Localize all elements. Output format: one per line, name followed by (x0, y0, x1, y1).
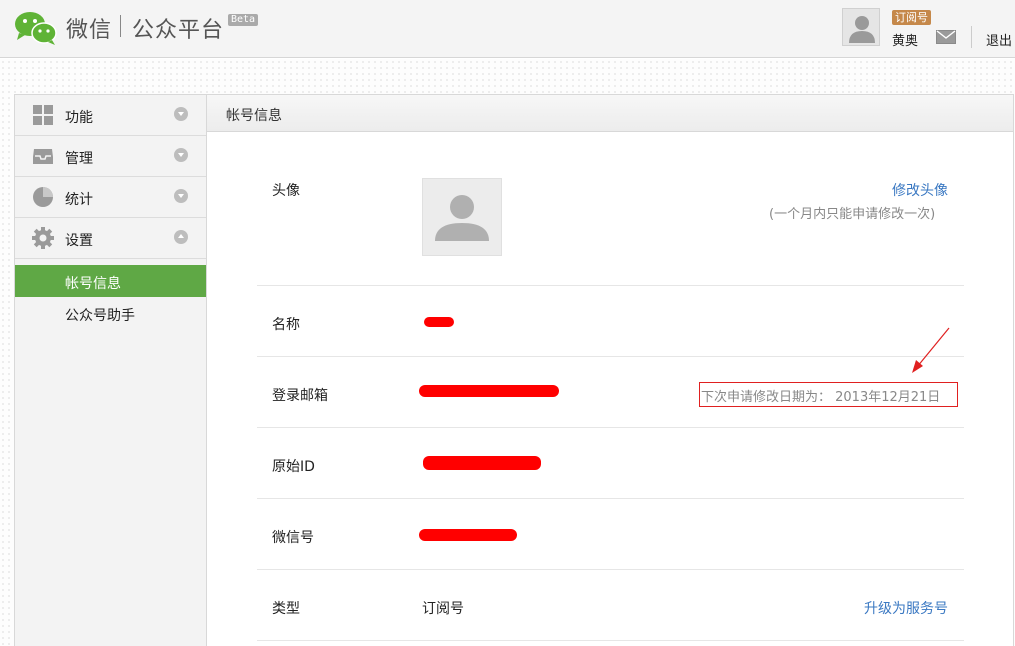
logo-divider (120, 15, 121, 37)
chevron-down-icon (174, 107, 188, 121)
sidebar-menu-management[interactable]: 管理 (15, 136, 206, 177)
top-header: 微信 公众平台 Beta 订阅号 黄奥 退出 (0, 0, 1015, 58)
logo-text: 微信 (66, 18, 113, 43)
redaction-mark (419, 529, 517, 541)
sidebar-item-label: 公众号助手 (65, 308, 135, 324)
header-divider (971, 26, 972, 48)
beta-badge: Beta (228, 14, 259, 26)
pie-chart-icon (33, 187, 53, 207)
grid-icon (33, 105, 53, 125)
page-title: 帐号信息 (226, 108, 282, 124)
sidebar-item-account-info[interactable]: 帐号信息 (15, 265, 206, 297)
inbox-icon (33, 149, 53, 164)
annotation-arrow-icon (912, 327, 950, 373)
type-value: 订阅号 (422, 601, 464, 617)
wechat-logo-icon (15, 12, 57, 45)
upgrade-service-link[interactable]: 升级为服务号 (864, 598, 948, 618)
type-label: 类型 (272, 601, 300, 617)
person-icon (849, 16, 875, 43)
user-avatar[interactable] (842, 8, 880, 46)
chevron-up-icon (174, 230, 188, 244)
logout-link[interactable]: 退出 (986, 30, 1012, 49)
email-label: 登录邮箱 (272, 388, 328, 404)
sidebar: 功能 管理 统计 设置 帐号信息 公众号助手 (14, 94, 206, 646)
chevron-down-icon (174, 189, 188, 203)
change-avatar-link[interactable]: 修改头像 (892, 180, 948, 200)
wechat-id-row: 微信号 (257, 499, 964, 570)
email-change-notice: 下次申请修改日期为： 2013年12月21日 (699, 382, 958, 407)
chevron-down-icon (174, 148, 188, 162)
sidebar-item-assistant[interactable]: 公众号助手 (15, 297, 206, 329)
account-info-panel: 帐号信息 头像 修改头像 (一个月内只能申请修改一次) 名称 登录邮箱 下次申请… (206, 94, 1014, 646)
redaction-mark (419, 385, 559, 397)
name-row: 名称 (257, 286, 964, 357)
sidebar-menu-features[interactable]: 功能 (15, 95, 206, 136)
user-name[interactable]: 黄奥 (892, 30, 918, 49)
gear-icon (32, 227, 54, 249)
sidebar-menu-label: 设置 (65, 233, 93, 249)
notice-text: 下次申请修改日期为： 2013年12月21日 (701, 390, 941, 405)
sidebar-item-label: 帐号信息 (65, 276, 121, 292)
logo-subtitle: 公众平台 (132, 18, 225, 43)
sidebar-menu-label: 统计 (65, 192, 93, 208)
redaction-mark (424, 317, 454, 327)
original-id-row: 原始ID (257, 428, 964, 499)
type-row: 类型 订阅号 升级为服务号 (257, 570, 964, 641)
avatar-row: 头像 修改头像 (一个月内只能申请修改一次) (257, 132, 964, 286)
redaction-mark (423, 456, 541, 470)
account-avatar (422, 178, 502, 256)
account-type-badge: 订阅号 (892, 10, 931, 25)
name-label: 名称 (272, 317, 300, 333)
person-icon (435, 195, 489, 241)
sidebar-menu-label: 功能 (65, 110, 93, 126)
avatar-hint: (一个月内只能申请修改一次) (769, 207, 936, 222)
avatar-label: 头像 (272, 183, 300, 199)
mail-icon[interactable] (936, 30, 956, 44)
panel-header: 帐号信息 (207, 95, 1013, 132)
wechat-id-label: 微信号 (272, 530, 314, 546)
original-id-label: 原始ID (272, 459, 315, 475)
sidebar-menu-label: 管理 (65, 151, 93, 167)
sidebar-menu-statistics[interactable]: 统计 (15, 177, 206, 218)
sidebar-menu-settings[interactable]: 设置 (15, 218, 206, 259)
